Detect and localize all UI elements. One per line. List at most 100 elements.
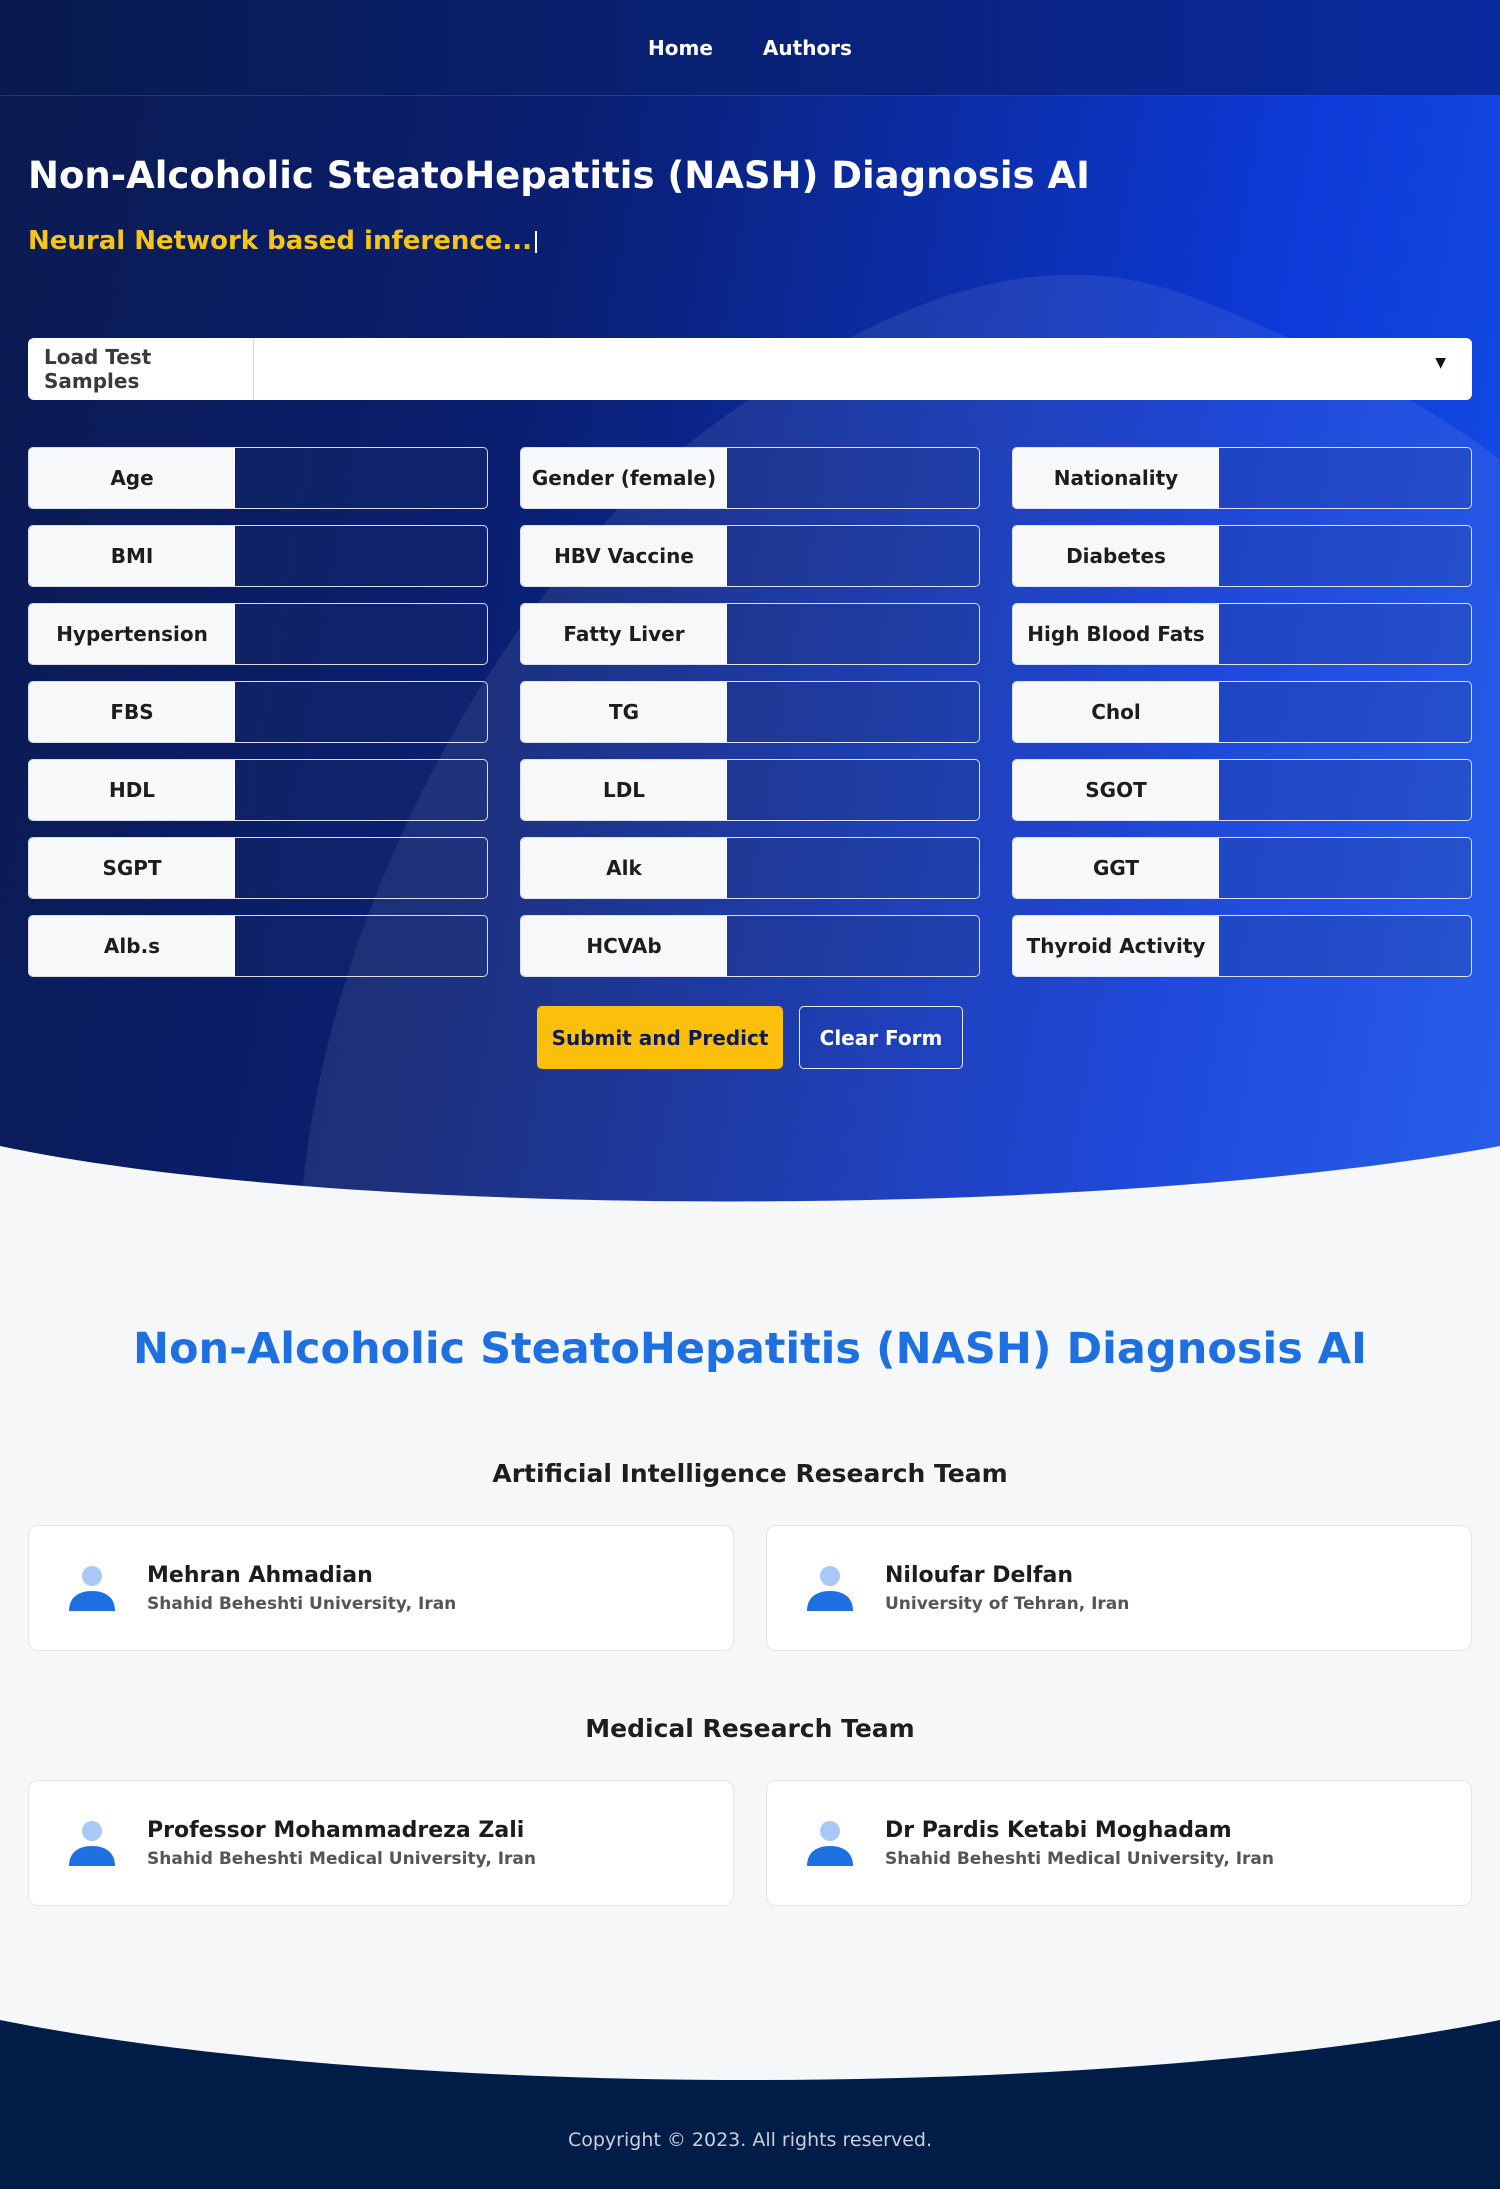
field-hbv-vaccine: HBV Vaccine (520, 525, 980, 587)
field-label: Alk (521, 838, 727, 898)
user-avatar-icon (807, 1566, 853, 1611)
author-card: Mehran Ahmadian Shahid Beheshti Universi… (28, 1525, 734, 1651)
medical-team-heading: Medical Research Team (585, 1714, 915, 1743)
hero-title: Non-Alcoholic SteatoHepatitis (NASH) Dia… (28, 154, 1090, 197)
field-label: Diabetes (1013, 526, 1219, 586)
author-name: Dr Pardis Ketabi Moghadam (885, 1817, 1232, 1843)
nav-authors-link[interactable]: Authors (763, 36, 852, 60)
field-label: GGT (1013, 838, 1219, 898)
field-input[interactable] (727, 448, 979, 508)
field-label: HCVAb (521, 916, 727, 976)
clear-form-button[interactable]: Clear Form (799, 1006, 963, 1069)
field-label: Gender (female) (521, 448, 727, 508)
field-label: Fatty Liver (521, 604, 727, 664)
field-tg: TG (520, 681, 980, 743)
hero-subtitle-text: Neural Network based inference... (28, 226, 533, 256)
user-avatar-icon (69, 1821, 115, 1866)
field-input[interactable] (727, 526, 979, 586)
field-label: SGOT (1013, 760, 1219, 820)
test-samples-select[interactable]: ▼ (254, 338, 1472, 400)
field-bmi: BMI (28, 525, 488, 587)
typing-cursor (535, 230, 538, 253)
field-high-blood-fats: High Blood Fats (1012, 603, 1472, 665)
field-alk: Alk (520, 837, 980, 899)
hero-subtitle: Neural Network based inference... (28, 226, 538, 256)
field-input[interactable] (727, 682, 979, 742)
field-input[interactable] (727, 604, 979, 664)
author-card: Niloufar Delfan University of Tehran, Ir… (766, 1525, 1472, 1651)
author-name: Mehran Ahmadian (147, 1562, 373, 1588)
field-input[interactable] (727, 760, 979, 820)
field-input[interactable] (235, 448, 487, 508)
field-ggt: GGT (1012, 837, 1472, 899)
load-test-samples: Load Test Samples ▼ (28, 338, 1472, 400)
field-chol: Chol (1012, 681, 1472, 743)
field-label: Nationality (1013, 448, 1219, 508)
submit-predict-button[interactable]: Submit and Predict (537, 1006, 783, 1069)
field-input[interactable] (1219, 448, 1471, 508)
ai-team-cards: Mehran Ahmadian Shahid Beheshti Universi… (28, 1525, 1472, 1651)
author-name: Niloufar Delfan (885, 1562, 1073, 1588)
author-card: Professor Mohammadreza Zali Shahid Behes… (28, 1780, 734, 1906)
field-input[interactable] (1219, 838, 1471, 898)
field-label: Alb.s (29, 916, 235, 976)
field-hcvab: HCVAb (520, 915, 980, 977)
top-navigation: Home Authors (0, 0, 1500, 96)
field-input[interactable] (235, 760, 487, 820)
field-label: Hypertension (29, 604, 235, 664)
field-input[interactable] (235, 916, 487, 976)
form-actions: Submit and Predict Clear Form (0, 1006, 1500, 1069)
field-label: FBS (29, 682, 235, 742)
author-affiliation: Shahid Beheshti University, Iran (147, 1593, 457, 1614)
hero-bottom-curve (0, 1146, 1500, 1220)
author-affiliation: Shahid Beheshti Medical University, Iran (147, 1848, 537, 1869)
load-test-samples-label: Load Test Samples (28, 338, 254, 400)
field-input[interactable] (235, 604, 487, 664)
field-alb-s: Alb.s (28, 915, 488, 977)
author-affiliation: University of Tehran, Iran (885, 1593, 1130, 1614)
field-input[interactable] (1219, 604, 1471, 664)
field-hypertension: Hypertension (28, 603, 488, 665)
field-label: Age (29, 448, 235, 508)
field-input[interactable] (1219, 682, 1471, 742)
field-diabetes: Diabetes (1012, 525, 1472, 587)
field-input[interactable] (1219, 916, 1471, 976)
author-name: Professor Mohammadreza Zali (147, 1817, 525, 1843)
field-label: HBV Vaccine (521, 526, 727, 586)
field-age: Age (28, 447, 488, 509)
caret-down-icon: ▼ (1435, 355, 1446, 371)
field-fatty-liver: Fatty Liver (520, 603, 980, 665)
field-label: Chol (1013, 682, 1219, 742)
field-sgot: SGOT (1012, 759, 1472, 821)
author-card: Dr Pardis Ketabi Moghadam Shahid Behesht… (766, 1780, 1472, 1906)
field-label: LDL (521, 760, 727, 820)
field-input[interactable] (235, 838, 487, 898)
input-fields-grid: Age Gender (female) Nationality BMI HBV Vacc… (28, 447, 1472, 977)
user-avatar-icon (807, 1821, 853, 1866)
field-input[interactable] (1219, 526, 1471, 586)
field-hdl: HDL (28, 759, 488, 821)
field-label: HDL (29, 760, 235, 820)
field-label: High Blood Fats (1013, 604, 1219, 664)
medical-team-cards: Professor Mohammadreza Zali Shahid Behes… (28, 1780, 1472, 1906)
field-input[interactable] (727, 916, 979, 976)
authors-section-title: Non-Alcoholic SteatoHepatitis (NASH) Dia… (132, 1324, 1368, 1374)
field-thyroid-activity: Thyroid Activity (1012, 915, 1472, 977)
field-ldl: LDL (520, 759, 980, 821)
field-fbs: FBS (28, 681, 488, 743)
footer-background (0, 2020, 1500, 2189)
nav-home-link[interactable]: Home (648, 36, 713, 60)
field-gender-female: Gender (female) (520, 447, 980, 509)
field-input[interactable] (235, 526, 487, 586)
field-input[interactable] (1219, 760, 1471, 820)
footer-copyright: Copyright © 2023. All rights reserved. (567, 2129, 933, 2151)
ai-team-heading: Artificial Intelligence Research Team (492, 1459, 1008, 1488)
field-input[interactable] (727, 838, 979, 898)
field-label: TG (521, 682, 727, 742)
field-input[interactable] (235, 682, 487, 742)
field-label: Thyroid Activity (1013, 916, 1219, 976)
user-avatar-icon (69, 1566, 115, 1611)
author-affiliation: Shahid Beheshti Medical University, Iran (885, 1848, 1275, 1869)
field-label: SGPT (29, 838, 235, 898)
field-label: BMI (29, 526, 235, 586)
